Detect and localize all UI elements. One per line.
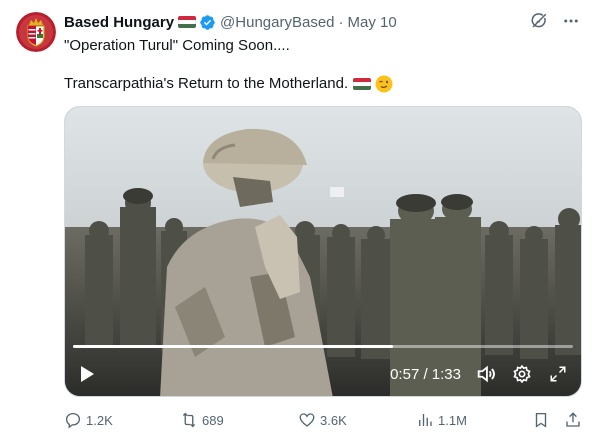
author-handle[interactable]: @HungaryBased <box>220 14 334 31</box>
bookmark-button[interactable] <box>532 408 554 432</box>
avatar[interactable] <box>16 12 56 52</box>
tweet-header: Based Hungary @HungaryBased · May 10 <box>64 12 582 32</box>
tweet-text-line2-row: Transcarpathia's Return to the Motherlan… <box>64 74 393 94</box>
verified-badge-icon[interactable] <box>199 14 216 31</box>
video-progress-fill <box>73 345 393 348</box>
volume-icon[interactable] <box>475 363 497 385</box>
bookmark-icon <box>535 412 547 428</box>
play-icon[interactable] <box>77 364 97 384</box>
views-count: 1.1M <box>438 412 467 428</box>
tweet-date[interactable]: May 10 <box>348 14 397 31</box>
like-count: 3.6K <box>320 412 347 428</box>
winking-face-icon <box>375 75 393 93</box>
video-progress-bar[interactable] <box>73 345 573 348</box>
views-button[interactable]: 1.1M <box>416 408 467 432</box>
tweet-actions: 1.2K 689 3.6K 1.1M <box>64 408 584 432</box>
hungary-flag-icon <box>353 78 372 90</box>
repost-count: 689 <box>202 412 224 428</box>
reply-icon <box>65 412 81 429</box>
repost-button[interactable]: 689 <box>180 408 224 432</box>
hungary-flag-icon <box>178 16 197 28</box>
separator: · <box>338 13 344 31</box>
more-icon[interactable] <box>560 10 582 32</box>
settings-icon[interactable] <box>511 363 533 385</box>
like-icon <box>299 413 315 427</box>
reply-button[interactable]: 1.2K <box>64 408 113 432</box>
share-icon <box>566 412 580 427</box>
author-name[interactable]: Based Hungary <box>64 14 174 31</box>
header-actions <box>528 10 582 32</box>
avatar-coat-of-arms <box>16 12 56 52</box>
video-player[interactable]: 0:57 / 1:33 <box>64 106 582 397</box>
fullscreen-icon[interactable] <box>547 363 569 385</box>
repost-icon <box>182 412 196 428</box>
tweet-text-line2: Transcarpathia's Return to the Motherlan… <box>64 75 349 92</box>
share-button[interactable] <box>564 408 586 432</box>
grok-icon[interactable] <box>528 10 550 32</box>
tweet-text-line1: "Operation Turul" Coming Soon.... <box>64 37 290 54</box>
reply-count: 1.2K <box>86 412 113 428</box>
views-icon <box>419 414 432 426</box>
video-controls: 0:57 / 1:33 <box>65 352 581 396</box>
like-button[interactable]: 3.6K <box>298 408 347 432</box>
video-time: 0:57 / 1:33 <box>390 365 461 383</box>
